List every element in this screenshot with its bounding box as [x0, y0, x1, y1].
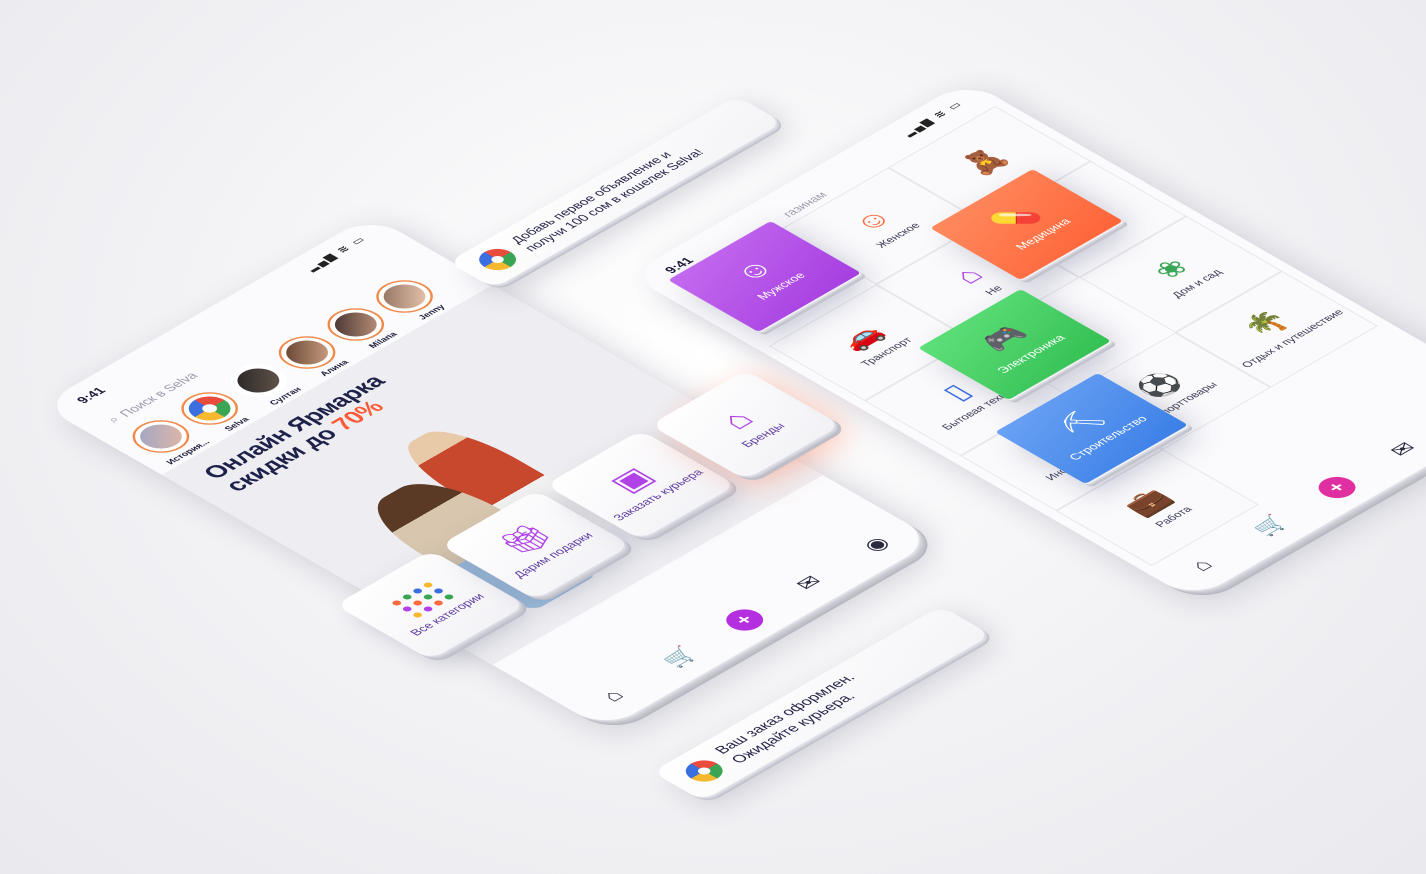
notification-line-1: Добавь первое объявление и	[507, 149, 675, 246]
search-icon: ⌕	[103, 413, 123, 425]
scene: 9:41 ▂▄▆ ≋ ▭ ⌕ Поиск в Selva История... …	[0, 0, 1426, 874]
selva-logo-icon	[677, 755, 731, 786]
notification-text: Ваш заказ оформлен. Ожидайте курьера.	[711, 671, 877, 766]
mail-icon[interactable]: ✉	[1376, 434, 1426, 465]
notification-line-1: Ваш заказ оформлен.	[711, 671, 860, 757]
notification-line-2: получи 100 сом в кошелек Selva!	[521, 146, 708, 254]
tag-icon: ⌂	[711, 405, 763, 435]
selva-logo-icon	[471, 244, 524, 275]
notification-text: Добавь первое объявление и получи 100 со…	[507, 139, 708, 255]
home-icon[interactable]: ⌂	[586, 680, 640, 711]
notification-line-2: Ожидайте курьера.	[727, 690, 860, 766]
fridge-icon: ▯	[935, 380, 979, 405]
cart-icon[interactable]: 🛒	[1244, 510, 1298, 541]
add-listing-button[interactable]: +	[718, 605, 771, 636]
teddy-bear-icon: 🧸	[954, 144, 1017, 180]
profile-icon[interactable]: ◉	[849, 529, 903, 560]
home-icon[interactable]: ⌂	[1175, 550, 1229, 581]
category-label: Не	[982, 283, 1006, 298]
man-icon: ☺	[726, 254, 783, 287]
plant-icon: ❀	[1146, 254, 1197, 284]
house-icon: ⌂	[946, 262, 991, 289]
add-listing-button[interactable]: +	[1310, 472, 1364, 503]
status-time: 9:41	[73, 384, 109, 406]
cart-icon[interactable]: 🛒	[653, 642, 707, 673]
mail-icon[interactable]: ✉	[782, 567, 836, 598]
woman-icon: ☺	[845, 204, 901, 237]
